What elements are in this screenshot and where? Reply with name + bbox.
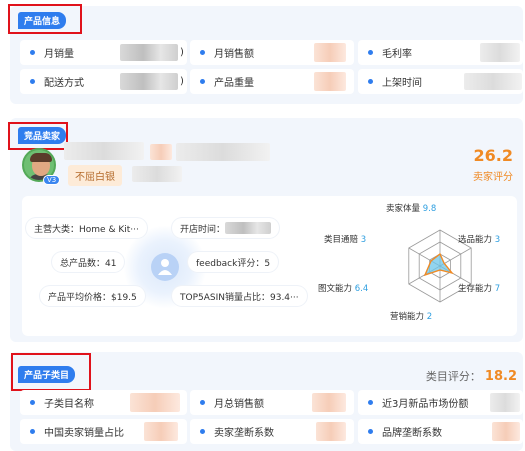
field-brand-monopoly: 品牌垄断系数 (358, 419, 523, 444)
category-score: 类目评分： 18.2 (425, 369, 517, 384)
user-icon (158, 259, 172, 275)
radar-label-survival: 生存能力 7 (458, 284, 501, 294)
blurred-value (314, 72, 346, 91)
blurred-value (464, 73, 522, 90)
blurred-value (314, 43, 346, 62)
stat-main-category: 主营大类：Home & Kit··· (26, 218, 147, 238)
stat-top5-share: TOP5ASIN销量占比：93.4··· (172, 286, 307, 306)
blurred-seller-name (64, 142, 144, 160)
bullet-icon (200, 400, 205, 405)
highlight-box (11, 353, 91, 391)
competitor-seller-panel: 竞品卖家 V3 不屈白银 26.2 卖家评分 主营大类：Home & Kit··… (8, 118, 523, 342)
highlight-box (8, 122, 68, 150)
field-monthly-sales: 月销量 ) (20, 40, 187, 65)
blurred-value (225, 222, 272, 234)
blurred-value (492, 422, 520, 441)
blurred-seller-name (176, 143, 270, 161)
stat-feedback: feedback评分：5 (188, 252, 279, 272)
bullet-icon (368, 429, 373, 434)
field-shipping: 配送方式 ) (20, 69, 187, 94)
blurred-value (120, 73, 178, 90)
subcategory-panel: 产品子类目 类目评分： 18.2 子类目名称 月总销售额 近3月新品市场份额 中国… (10, 352, 523, 451)
radar-label-marketing: 营销能力 2 (390, 312, 433, 322)
blurred-value (120, 44, 178, 61)
radar-label-category: 类目通赔 3 (324, 235, 367, 245)
field-seller-monopoly: 卖家垄断系数 (190, 419, 354, 444)
seller-rank-badge: 不屈白银 (68, 165, 122, 186)
highlight-box (8, 4, 82, 34)
blurred-value (312, 393, 346, 412)
field-total-revenue: 月总销售额 (190, 390, 354, 415)
bullet-icon (200, 79, 205, 84)
bullet-icon (200, 429, 205, 434)
field-gross-margin: 毛利率 (358, 40, 523, 65)
stat-avg-price: 产品平均价格：$19.5 (40, 286, 145, 306)
seller-score: 26.2 (473, 146, 513, 165)
level-badge: V3 (43, 175, 61, 185)
bullet-icon (368, 50, 373, 55)
bullet-icon (30, 400, 35, 405)
seller-stats-card: 主营大类：Home & Kit··· 开店时间： 总产品数：41 feedbac… (22, 196, 517, 336)
blurred-value (130, 393, 180, 412)
field-subcategory-name: 子类目名称 (20, 390, 187, 415)
stat-total-products: 总产品数：41 (52, 252, 125, 272)
field-weight: 产品重量 (190, 69, 354, 94)
blurred-value (316, 422, 346, 441)
field-new-product-share: 近3月新品市场份额 (358, 390, 523, 415)
bullet-icon (368, 400, 373, 405)
blurred-value (144, 422, 178, 441)
bullet-icon (30, 50, 35, 55)
seller-score-label: 卖家评分 (473, 172, 513, 183)
radar-label-content: 图文能力 6.4 (318, 284, 369, 294)
bullet-icon (200, 50, 205, 55)
stat-open-time: 开店时间： (172, 218, 280, 238)
field-china-seller-share: 中国卖家销量占比 (20, 419, 187, 444)
product-info-panel: 产品信息 月销量 ) 月销售额 毛利率 配送方式 ) 产品重量 上架时间 (8, 4, 523, 104)
blurred-value (480, 43, 520, 62)
field-monthly-revenue: 月销售额 (190, 40, 354, 65)
bullet-icon (30, 79, 35, 84)
blurred-value (490, 393, 520, 412)
radar-label-selection: 选品能力 3 (458, 235, 501, 245)
bullet-icon (30, 429, 35, 434)
field-listing-date: 上架时间 (358, 69, 523, 94)
blurred-value (132, 166, 182, 182)
bullet-icon (368, 79, 373, 84)
radar-label-seller-volume: 卖家体量 9.8 (386, 204, 437, 214)
radar-shape (423, 252, 454, 277)
blurred-seller-name (150, 144, 172, 160)
